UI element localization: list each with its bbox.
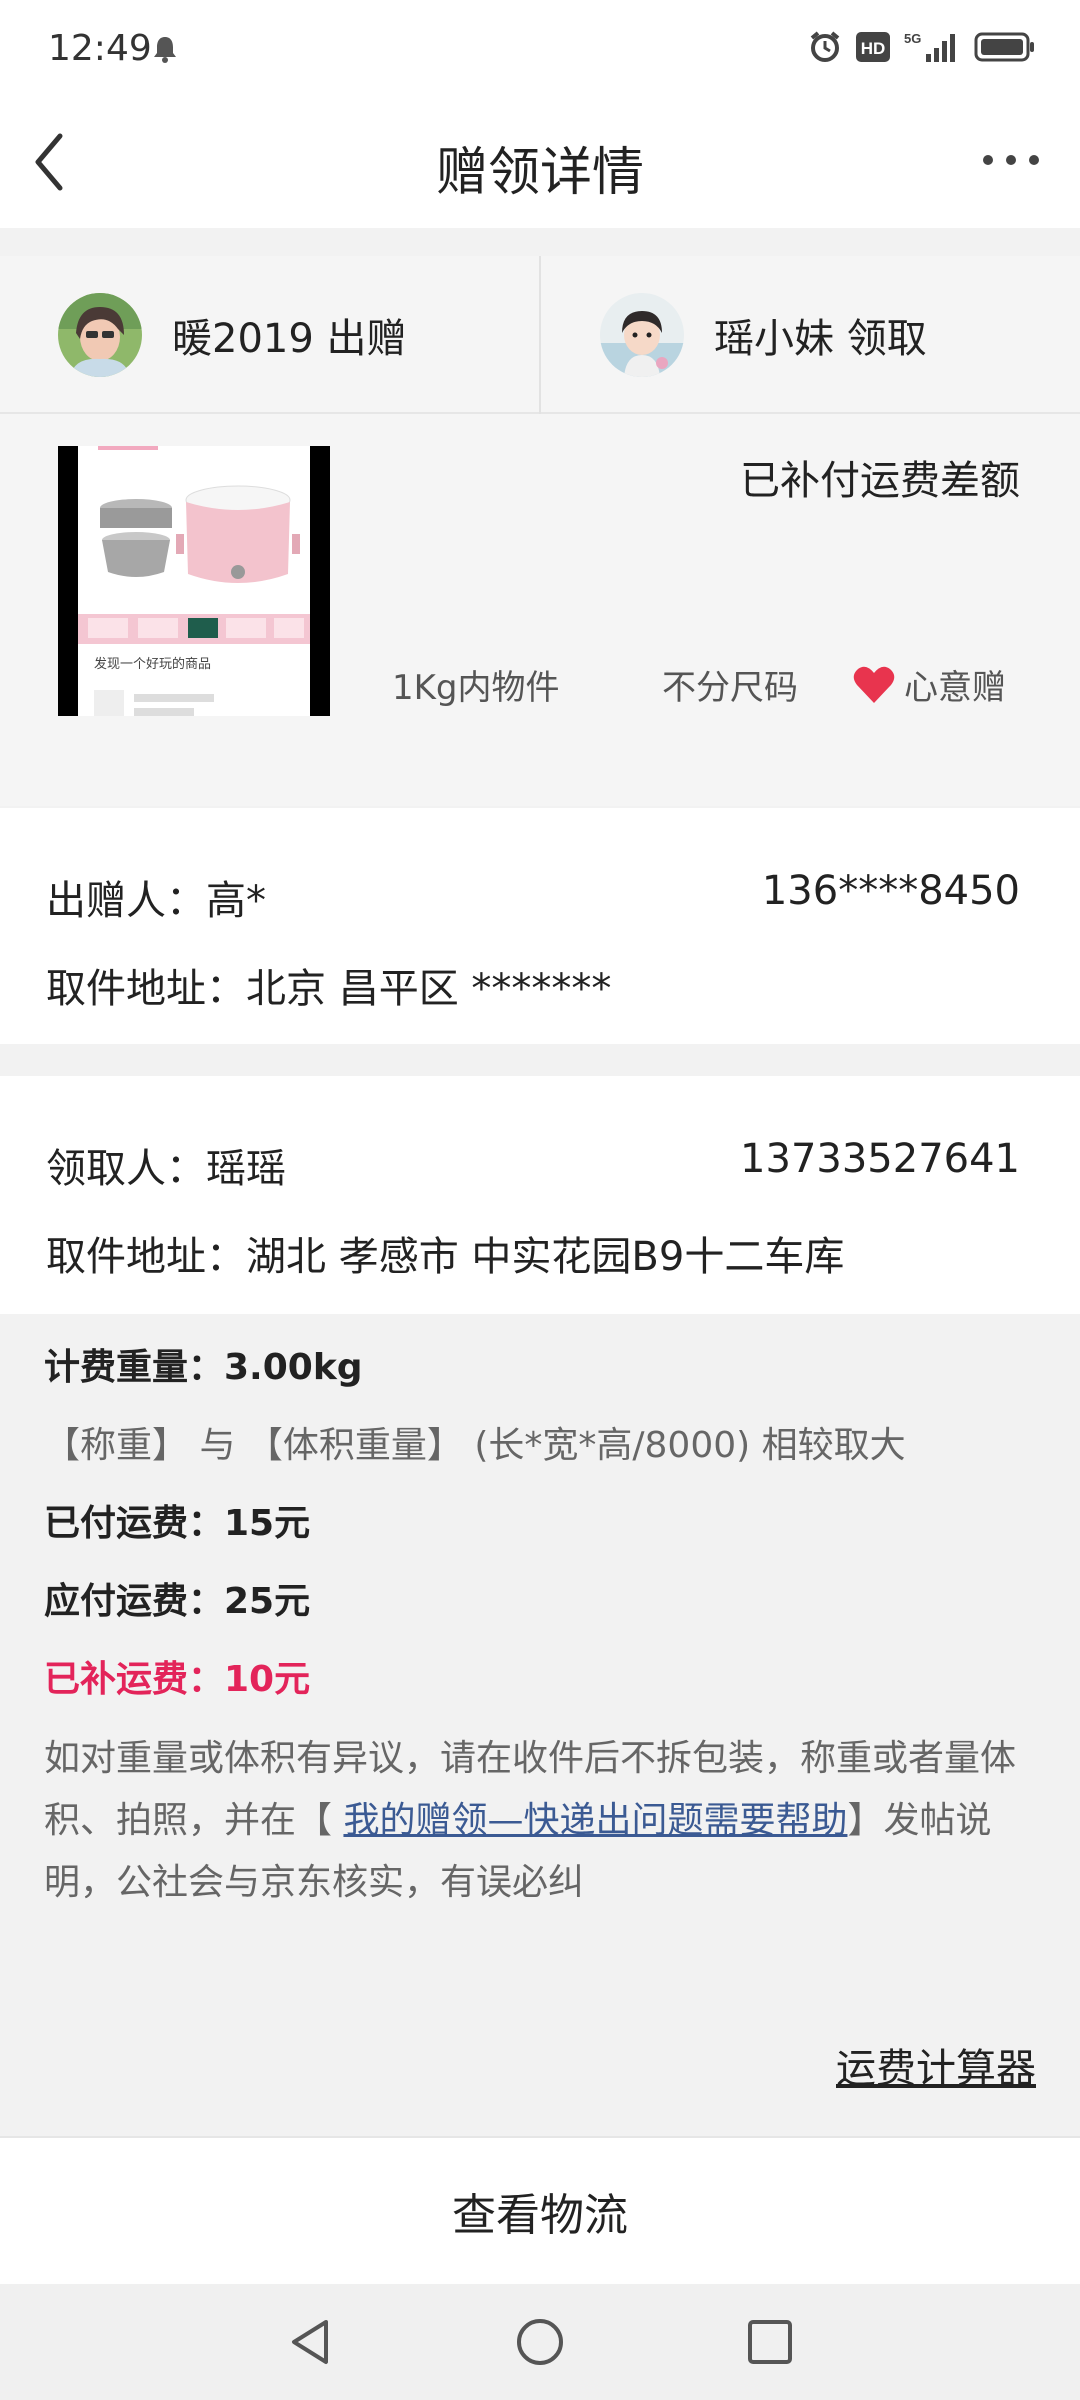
view-logistics-button[interactable]: 查看物流 bbox=[0, 2136, 1080, 2284]
status-icons: HD 5G bbox=[808, 30, 1036, 64]
receiver-name: 领取人：瑶瑶 bbox=[46, 1146, 286, 1192]
dispute-notice: 如对重量或体积有异议，请在收件后不拆包装，称重或者量体积、拍照，并在【 我的赠领… bbox=[44, 1728, 1034, 1914]
heart-icon bbox=[853, 666, 895, 703]
nav-recents-square-icon[interactable] bbox=[744, 2316, 796, 2368]
alarm-icon bbox=[810, 31, 840, 62]
status-time: 12:49 bbox=[48, 28, 152, 69]
giver-avatar bbox=[58, 293, 142, 377]
receiver-avatar bbox=[600, 293, 684, 377]
users-divider bbox=[539, 256, 541, 414]
fee-block: 计费重量：3.00kg 【称重】 与 【体积重量】 (长*宽*高/8000) 相… bbox=[0, 1314, 1080, 1944]
status-bar: 12:49 HD 5G bbox=[0, 0, 1080, 100]
view-logistics-label: 查看物流 bbox=[452, 2190, 628, 2241]
receiver-phone: 13733527641 bbox=[740, 1136, 1020, 1182]
system-nav-bar bbox=[0, 2284, 1080, 2400]
item-weight: 1Kg内物件 bbox=[392, 668, 560, 708]
item-block: 发现一个好玩的商品 已补付运费差额 1Kg内物件 不分尺码 心意赠 bbox=[0, 414, 1080, 806]
svg-text:HD: HD bbox=[861, 39, 886, 58]
paid-fee: 已付运费：15元 bbox=[44, 1503, 311, 1544]
nav-home-circle-icon[interactable] bbox=[514, 2316, 566, 2368]
svg-text:发现一个好玩的商品: 发现一个好玩的商品 bbox=[94, 656, 211, 672]
nav-back-triangle-icon[interactable] bbox=[284, 2316, 336, 2368]
sender-address: 取件地址：北京 昌平区 ******* bbox=[46, 966, 612, 1012]
sender-block: 出赠人：高* 136****8450 取件地址：北京 昌平区 ******* bbox=[0, 808, 1080, 1044]
help-link[interactable]: 我的赠领—快递出问题需要帮助 bbox=[343, 1800, 847, 1841]
due-fee: 应付运费：25元 bbox=[44, 1581, 311, 1622]
weight-rule: 【称重】 与 【体积重量】 (长*宽*高/8000) 相较取大 bbox=[44, 1425, 906, 1466]
nav-bar: 赠领详情 bbox=[0, 100, 1080, 228]
receiver-text: 瑶小妹 领取 bbox=[714, 316, 927, 362]
item-size: 不分尺码 bbox=[662, 668, 798, 708]
giver-cell[interactable]: 暖2019 出赠 bbox=[58, 256, 407, 414]
item-thumbnail[interactable]: 发现一个好玩的商品 bbox=[58, 446, 330, 716]
sender-name: 出赠人：高* bbox=[46, 878, 266, 924]
shipping-calculator-link[interactable]: 运费计算器 bbox=[836, 2036, 1036, 2094]
users-row: 暖2019 出赠 瑶小妹 领取 bbox=[0, 256, 1080, 414]
hd-icon: HD bbox=[856, 32, 890, 62]
svg-text:5G: 5G bbox=[904, 31, 921, 46]
battery-icon bbox=[974, 32, 1034, 62]
notification-bell-icon bbox=[154, 37, 176, 63]
payment-status: 已补付运费差额 bbox=[740, 458, 1020, 504]
sender-phone: 136****8450 bbox=[761, 868, 1020, 914]
gift-type-label: 心意赠 bbox=[904, 668, 1006, 708]
gift-type: 心意赠 bbox=[852, 660, 1006, 709]
signal-icon: 5G bbox=[904, 31, 955, 62]
receiver-block: 领取人：瑶瑶 13733527641 取件地址：湖北 孝感市 中实花园B9十二车… bbox=[0, 1076, 1080, 1314]
more-icon[interactable] bbox=[976, 140, 1046, 180]
receiver-cell[interactable]: 瑶小妹 领取 bbox=[600, 256, 927, 414]
receiver-address: 取件地址：湖北 孝感市 中实花园B9十二车库 bbox=[46, 1234, 845, 1280]
supplement-fee: 已补运费：10元 bbox=[44, 1659, 311, 1700]
giver-text: 暖2019 出赠 bbox=[172, 316, 407, 362]
billing-weight: 计费重量：3.00kg bbox=[44, 1347, 363, 1388]
page-title: 赠领详情 bbox=[435, 143, 644, 203]
